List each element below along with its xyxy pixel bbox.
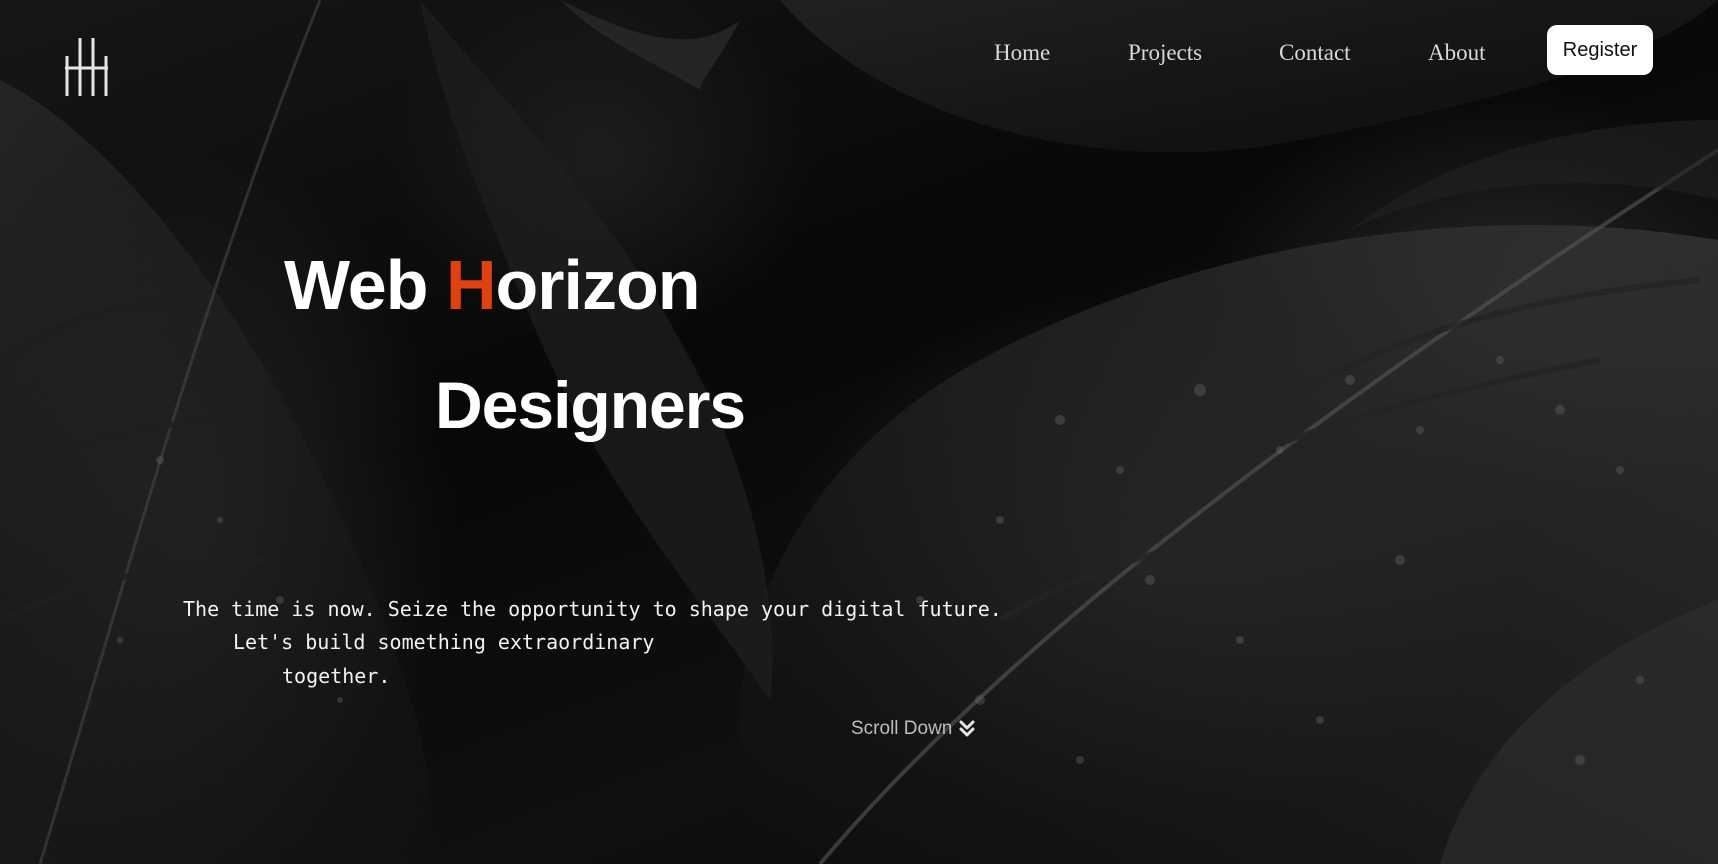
- tagline-line-2: Let's build something extraordinary: [233, 630, 655, 654]
- title-word-orizon: orizon: [495, 246, 701, 324]
- triple-bar-h-logo-icon[interactable]: [62, 36, 116, 98]
- nav-home-link[interactable]: Home: [994, 40, 1050, 66]
- scroll-down-label: Scroll Down: [851, 718, 953, 739]
- hero-title-line2: Designers: [435, 368, 746, 442]
- nav-projects-link[interactable]: Projects: [1128, 40, 1202, 66]
- register-button[interactable]: Register: [1547, 25, 1653, 75]
- tagline-line-1: The time is now. Seize the opportunity t…: [183, 597, 1002, 621]
- scroll-down-link[interactable]: Scroll Down: [851, 718, 976, 740]
- hero-title-line1: Web Horizon: [284, 250, 700, 320]
- nav-contact-link[interactable]: Contact: [1279, 40, 1351, 66]
- title-accent-letter: H: [445, 246, 497, 324]
- nav-about-link[interactable]: About: [1428, 40, 1486, 66]
- double-chevron-down-icon: [959, 720, 975, 737]
- tagline-line-3: together.: [282, 664, 391, 688]
- title-word-web: Web: [284, 246, 446, 324]
